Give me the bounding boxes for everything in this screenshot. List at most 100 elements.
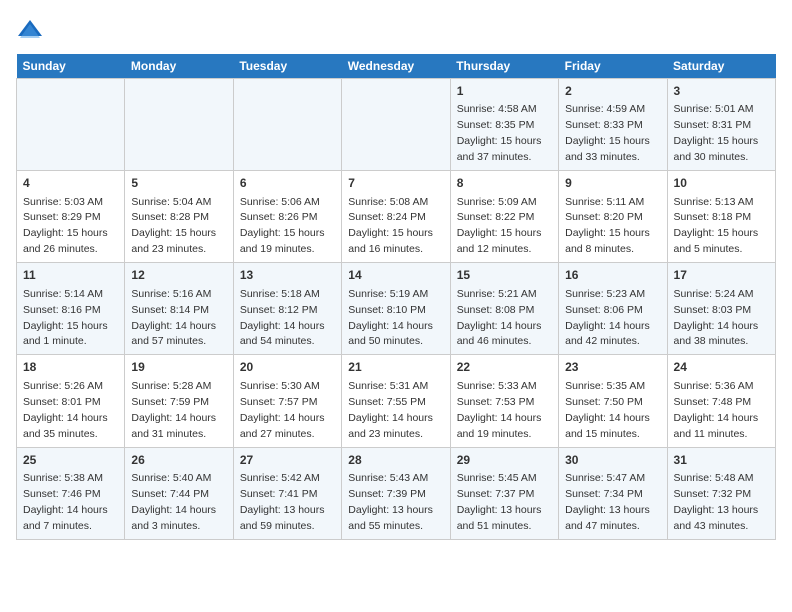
day-info: Sunrise: 4:59 AM Sunset: 8:33 PM Dayligh… <box>565 103 650 163</box>
day-info: Sunrise: 5:47 AM Sunset: 7:34 PM Dayligh… <box>565 472 650 532</box>
calendar-cell: 30 Sunrise: 5:47 AM Sunset: 7:34 PM Dayli… <box>559 447 667 539</box>
day-info: Sunrise: 5:19 AM Sunset: 8:10 PM Dayligh… <box>348 288 433 348</box>
header-cell-friday: Friday <box>559 54 667 79</box>
calendar-cell: 16 Sunrise: 5:23 AM Sunset: 8:06 PM Dayli… <box>559 263 667 355</box>
day-number: 21 <box>348 359 443 376</box>
day-number: 13 <box>240 267 335 284</box>
calendar-week-2: 4 Sunrise: 5:03 AM Sunset: 8:29 PM Daylig… <box>17 171 776 263</box>
header-cell-saturday: Saturday <box>667 54 775 79</box>
day-number: 30 <box>565 452 660 469</box>
calendar-cell: 11Sunrise: 5:14 AM Sunset: 8:16 PM Dayli… <box>17 263 125 355</box>
calendar-cell: 7 Sunrise: 5:08 AM Sunset: 8:24 PM Daylig… <box>342 171 450 263</box>
day-number: 27 <box>240 452 335 469</box>
calendar-cell <box>233 79 341 171</box>
day-info: Sunrise: 5:13 AM Sunset: 8:18 PM Dayligh… <box>674 196 759 256</box>
calendar-cell: 5 Sunrise: 5:04 AM Sunset: 8:28 PM Daylig… <box>125 171 233 263</box>
day-number: 7 <box>348 175 443 192</box>
day-info: Sunrise: 5:35 AM Sunset: 7:50 PM Dayligh… <box>565 380 650 440</box>
day-number: 23 <box>565 359 660 376</box>
day-info: Sunrise: 5:36 AM Sunset: 7:48 PM Dayligh… <box>674 380 759 440</box>
calendar-cell: 1 Sunrise: 4:58 AM Sunset: 8:35 PM Daylig… <box>450 79 558 171</box>
day-number: 26 <box>131 452 226 469</box>
day-info: Sunrise: 5:06 AM Sunset: 8:26 PM Dayligh… <box>240 196 325 256</box>
header-cell-thursday: Thursday <box>450 54 558 79</box>
calendar-cell: 3 Sunrise: 5:01 AM Sunset: 8:31 PM Daylig… <box>667 79 775 171</box>
day-number: 16 <box>565 267 660 284</box>
calendar-week-4: 18Sunrise: 5:26 AM Sunset: 8:01 PM Dayli… <box>17 355 776 447</box>
day-number: 20 <box>240 359 335 376</box>
day-info: Sunrise: 5:45 AM Sunset: 7:37 PM Dayligh… <box>457 472 542 532</box>
day-number: 9 <box>565 175 660 192</box>
day-number: 28 <box>348 452 443 469</box>
logo <box>16 16 48 44</box>
day-number: 4 <box>23 175 118 192</box>
calendar-cell: 21 Sunrise: 5:31 AM Sunset: 7:55 PM Dayli… <box>342 355 450 447</box>
day-number: 1 <box>457 83 552 100</box>
calendar-cell: 29 Sunrise: 5:45 AM Sunset: 7:37 PM Dayli… <box>450 447 558 539</box>
calendar-cell: 13Sunrise: 5:18 AM Sunset: 8:12 PM Dayli… <box>233 263 341 355</box>
day-number: 6 <box>240 175 335 192</box>
day-number: 12 <box>131 267 226 284</box>
calendar-cell: 23 Sunrise: 5:35 AM Sunset: 7:50 PM Dayli… <box>559 355 667 447</box>
day-number: 11 <box>23 267 118 284</box>
header-cell-tuesday: Tuesday <box>233 54 341 79</box>
calendar-cell: 17Sunrise: 5:24 AM Sunset: 8:03 PM Dayli… <box>667 263 775 355</box>
calendar-week-5: 25 Sunrise: 5:38 AM Sunset: 7:46 PM Dayli… <box>17 447 776 539</box>
day-number: 19 <box>131 359 226 376</box>
calendar-cell: 20 Sunrise: 5:30 AM Sunset: 7:57 PM Dayli… <box>233 355 341 447</box>
day-info: Sunrise: 5:33 AM Sunset: 7:53 PM Dayligh… <box>457 380 542 440</box>
day-info: Sunrise: 5:01 AM Sunset: 8:31 PM Dayligh… <box>674 103 759 163</box>
day-number: 14 <box>348 267 443 284</box>
day-number: 24 <box>674 359 769 376</box>
header-cell-wednesday: Wednesday <box>342 54 450 79</box>
header-row: SundayMondayTuesdayWednesdayThursdayFrid… <box>17 54 776 79</box>
day-info: Sunrise: 5:09 AM Sunset: 8:22 PM Dayligh… <box>457 196 542 256</box>
calendar-table: SundayMondayTuesdayWednesdayThursdayFrid… <box>16 54 776 540</box>
logo-icon <box>16 16 44 44</box>
day-info: Sunrise: 5:38 AM Sunset: 7:46 PM Dayligh… <box>23 472 108 532</box>
calendar-cell: 26 Sunrise: 5:40 AM Sunset: 7:44 PM Dayli… <box>125 447 233 539</box>
calendar-cell: 6 Sunrise: 5:06 AM Sunset: 8:26 PM Daylig… <box>233 171 341 263</box>
day-number: 5 <box>131 175 226 192</box>
day-number: 22 <box>457 359 552 376</box>
day-number: 10 <box>674 175 769 192</box>
calendar-cell <box>125 79 233 171</box>
day-info: Sunrise: 4:58 AM Sunset: 8:35 PM Dayligh… <box>457 103 542 163</box>
calendar-cell: 19Sunrise: 5:28 AM Sunset: 7:59 PM Dayli… <box>125 355 233 447</box>
day-info: Sunrise: 5:30 AM Sunset: 7:57 PM Dayligh… <box>240 380 325 440</box>
calendar-cell: 31Sunrise: 5:48 AM Sunset: 7:32 PM Dayli… <box>667 447 775 539</box>
calendar-cell: 14 Sunrise: 5:19 AM Sunset: 8:10 PM Dayli… <box>342 263 450 355</box>
calendar-cell: 9Sunrise: 5:11 AM Sunset: 8:20 PM Daylig… <box>559 171 667 263</box>
day-info: Sunrise: 5:16 AM Sunset: 8:14 PM Dayligh… <box>131 288 216 348</box>
day-number: 8 <box>457 175 552 192</box>
day-info: Sunrise: 5:42 AM Sunset: 7:41 PM Dayligh… <box>240 472 325 532</box>
day-info: Sunrise: 5:43 AM Sunset: 7:39 PM Dayligh… <box>348 472 433 532</box>
day-info: Sunrise: 5:21 AM Sunset: 8:08 PM Dayligh… <box>457 288 542 348</box>
header-cell-sunday: Sunday <box>17 54 125 79</box>
day-info: Sunrise: 5:04 AM Sunset: 8:28 PM Dayligh… <box>131 196 216 256</box>
calendar-cell <box>17 79 125 171</box>
day-info: Sunrise: 5:31 AM Sunset: 7:55 PM Dayligh… <box>348 380 433 440</box>
day-number: 3 <box>674 83 769 100</box>
day-info: Sunrise: 5:03 AM Sunset: 8:29 PM Dayligh… <box>23 196 108 256</box>
calendar-cell: 2 Sunrise: 4:59 AM Sunset: 8:33 PM Daylig… <box>559 79 667 171</box>
calendar-cell: 15 Sunrise: 5:21 AM Sunset: 8:08 PM Dayli… <box>450 263 558 355</box>
day-number: 17 <box>674 267 769 284</box>
calendar-cell: 28 Sunrise: 5:43 AM Sunset: 7:39 PM Dayli… <box>342 447 450 539</box>
day-number: 2 <box>565 83 660 100</box>
calendar-cell: 12 Sunrise: 5:16 AM Sunset: 8:14 PM Dayli… <box>125 263 233 355</box>
day-info: Sunrise: 5:40 AM Sunset: 7:44 PM Dayligh… <box>131 472 216 532</box>
day-info: Sunrise: 5:23 AM Sunset: 8:06 PM Dayligh… <box>565 288 650 348</box>
calendar-cell: 24 Sunrise: 5:36 AM Sunset: 7:48 PM Dayli… <box>667 355 775 447</box>
day-number: 29 <box>457 452 552 469</box>
day-number: 25 <box>23 452 118 469</box>
calendar-header: SundayMondayTuesdayWednesdayThursdayFrid… <box>17 54 776 79</box>
calendar-body: 1 Sunrise: 4:58 AM Sunset: 8:35 PM Daylig… <box>17 79 776 540</box>
day-number: 15 <box>457 267 552 284</box>
day-info: Sunrise: 5:08 AM Sunset: 8:24 PM Dayligh… <box>348 196 433 256</box>
calendar-cell: 10 Sunrise: 5:13 AM Sunset: 8:18 PM Dayli… <box>667 171 775 263</box>
calendar-cell: 8 Sunrise: 5:09 AM Sunset: 8:22 PM Daylig… <box>450 171 558 263</box>
calendar-cell: 4 Sunrise: 5:03 AM Sunset: 8:29 PM Daylig… <box>17 171 125 263</box>
day-number: 31 <box>674 452 769 469</box>
calendar-cell: 25 Sunrise: 5:38 AM Sunset: 7:46 PM Dayli… <box>17 447 125 539</box>
